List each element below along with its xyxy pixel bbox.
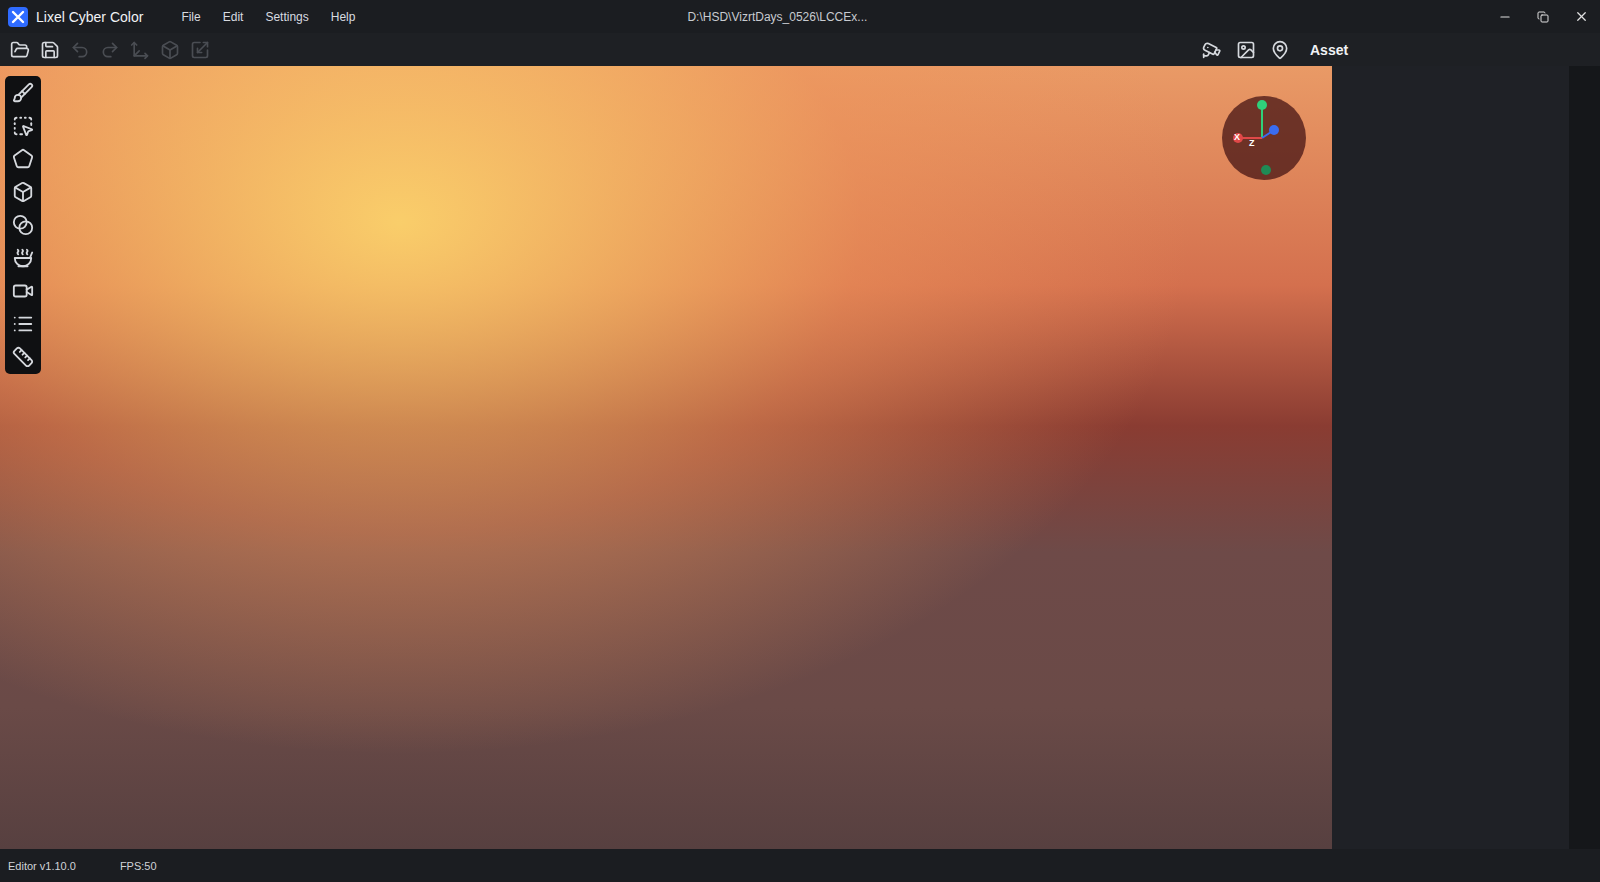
save-button[interactable] [40, 40, 60, 60]
restore-icon [1537, 11, 1549, 23]
polygon-icon [12, 148, 34, 170]
redo-icon [100, 40, 120, 60]
blend-tool[interactable] [12, 214, 34, 236]
asset-panel [1332, 66, 1600, 849]
close-button[interactable] [1562, 0, 1600, 33]
rotate-button[interactable] [160, 40, 180, 60]
open-icon [10, 40, 30, 60]
blend-icon [12, 214, 34, 236]
move-icon [130, 40, 150, 60]
z-axis-label: Z [1249, 138, 1255, 148]
minimize-button[interactable] [1486, 0, 1524, 33]
redo-button[interactable] [100, 40, 120, 60]
app-window: Lixel Cyber Color File Edit Settings Help D:\… [0, 0, 1600, 882]
box-icon [12, 181, 34, 203]
tool-palette [5, 76, 41, 374]
restore-button[interactable] [1524, 0, 1562, 33]
logo-icon [8, 7, 28, 27]
polygon-tool[interactable] [12, 148, 34, 170]
toolbar: Asset [0, 33, 1600, 66]
close-icon [1574, 9, 1589, 24]
list-tool[interactable] [12, 313, 34, 335]
camera-icon [1202, 40, 1222, 60]
status-bar: Editor v1.10.0 FPS:50 [0, 849, 1600, 882]
image-icon [1236, 40, 1256, 60]
move-button[interactable] [130, 40, 150, 60]
menu-item[interactable]: File [181, 10, 200, 24]
box-tool[interactable] [12, 181, 34, 203]
undo-button[interactable] [70, 40, 90, 60]
minimize-icon [1498, 10, 1512, 24]
scale-icon [190, 40, 210, 60]
select-tool[interactable] [12, 115, 34, 137]
bowl-icon [12, 247, 34, 269]
video-icon [12, 280, 34, 302]
app-name: Lixel Cyber Color [36, 9, 143, 25]
brush-icon [12, 82, 34, 104]
undo-icon [70, 40, 90, 60]
version-label: Editor v1.10.0 [8, 860, 76, 872]
bowl-tool[interactable] [12, 247, 34, 269]
select-icon [12, 115, 34, 137]
viewport-render[interactable]: XZ [0, 66, 1332, 849]
ruler-icon [12, 346, 34, 368]
menu-item[interactable]: Edit [223, 10, 244, 24]
axis-gizmo[interactable]: XZ [1222, 96, 1306, 180]
list-icon [12, 313, 34, 335]
menu-item[interactable]: Help [331, 10, 356, 24]
asset-tab[interactable]: Asset [1310, 42, 1348, 58]
ruler-tool[interactable] [12, 346, 34, 368]
camera-button[interactable] [1202, 40, 1222, 60]
save-icon [40, 40, 60, 60]
rotate-icon [160, 40, 180, 60]
x-axis-label: X [1234, 132, 1240, 142]
menu-item[interactable]: Settings [265, 10, 308, 24]
location-pin-icon [1270, 40, 1290, 60]
window-title: D:\HSD\VizrtDays_0526\LCCEx... [687, 10, 867, 24]
video-tool[interactable] [12, 280, 34, 302]
scale-button[interactable] [190, 40, 210, 60]
fps-label: FPS:50 [120, 860, 157, 872]
brush-tool[interactable] [12, 82, 34, 104]
location-button[interactable] [1270, 40, 1290, 60]
image-button[interactable] [1236, 40, 1256, 60]
title-bar: Lixel Cyber Color File Edit Settings Help D:\… [0, 0, 1600, 33]
open-button[interactable] [10, 40, 30, 60]
